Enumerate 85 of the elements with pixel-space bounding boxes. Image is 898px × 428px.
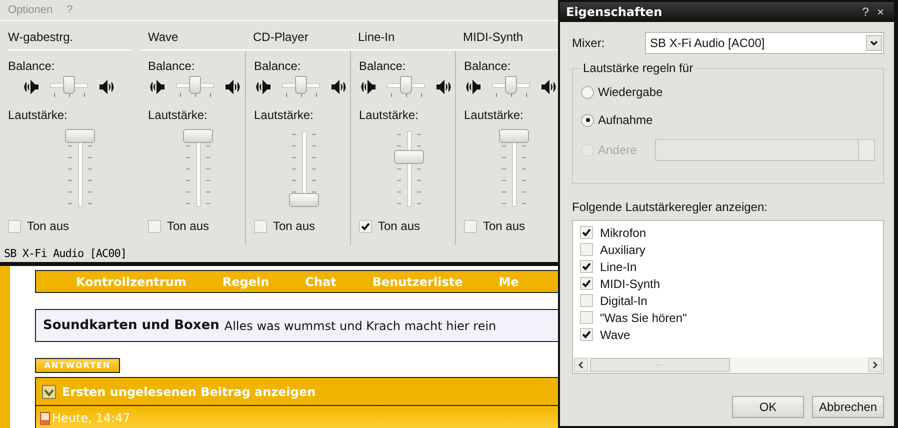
window-title: Eigenschaften [566, 5, 664, 19]
slider-thumb[interactable] [499, 129, 529, 143]
slider-thumb[interactable] [295, 76, 307, 94]
checkmark-icon [42, 384, 56, 398]
checkbox-label: Wave [600, 328, 630, 342]
mixer-dropdown[interactable]: SB X-Fi Audio [AC00] [645, 32, 884, 54]
mute-label: Ton aus [378, 219, 420, 233]
checkbox-label: Digital-In [600, 294, 648, 308]
balance-label: Balance: [464, 59, 512, 74]
group-title: Lautstärke regeln für [581, 61, 696, 75]
slider-thumb[interactable] [505, 76, 517, 94]
checkbox-label: Mikrofon [600, 226, 646, 240]
checkbox-label: Line-In [600, 260, 637, 274]
radio-label: Wiedergabe [598, 85, 663, 99]
radio-label: Andere [598, 143, 637, 157]
checkbox[interactable] [580, 294, 593, 307]
checkbox[interactable] [580, 243, 593, 256]
channel-name: Line-In [350, 29, 455, 51]
channel-name: Wave [140, 29, 245, 51]
balance-label: Balance: [148, 59, 196, 74]
checkbox[interactable] [580, 277, 593, 290]
speaker-icon [330, 80, 348, 94]
list-label: Folgende Lautstärkeregler anzeigen: [572, 200, 768, 214]
mute-checkbox[interactable] [254, 220, 267, 232]
speaker-icon [435, 80, 453, 94]
slider-thumb[interactable] [63, 76, 75, 94]
checkbox-label: Auxiliary [600, 242, 646, 256]
checkbox[interactable] [580, 226, 593, 239]
nav-link[interactable]: Kontrollzentrum [76, 274, 186, 288]
ok-button[interactable]: OK [732, 396, 804, 418]
mute-checkbox[interactable] [359, 220, 372, 232]
slider-thumb[interactable] [289, 193, 319, 208]
mixer-label: Mixer: [572, 36, 606, 50]
document-icon [40, 412, 50, 424]
slider-thumb[interactable] [394, 150, 424, 164]
channel-name: W-gabestrg. [8, 29, 132, 51]
forum-title: Soundkarten und Boxen [43, 318, 220, 333]
help-button[interactable]: ? [858, 5, 873, 19]
balance-label: Balance: [8, 59, 56, 74]
slider-thumb[interactable] [65, 129, 95, 143]
checkbox-label: MIDI-Synth [600, 276, 660, 290]
mute-label: Ton aus [27, 219, 70, 233]
speaker-icon [148, 80, 166, 94]
forum-description: Alles was wummst und Krach macht hier rein [224, 318, 496, 332]
reply-button[interactable]: ANTWORTEN [35, 358, 120, 373]
speaker-icon [464, 80, 482, 94]
speaker-icon [359, 80, 377, 94]
slider-thumb[interactable] [183, 129, 213, 143]
cancel-button[interactable]: Abbrechen [812, 396, 884, 418]
nav-link[interactable]: Chat [305, 274, 336, 288]
nav-link[interactable]: Me [498, 274, 519, 288]
volume-label: Lautstärke: [359, 108, 420, 123]
scrollbar[interactable] [573, 357, 883, 373]
unread-link[interactable]: Ersten ungelesenen Beitrag anzeigen [62, 384, 316, 398]
checkbox[interactable] [580, 311, 593, 324]
checkbox-label: "Was Sie hören" [600, 310, 687, 324]
balance-label: Balance: [359, 59, 407, 74]
volume-label: Lautstärke: [464, 108, 524, 123]
radio-label: Aufnahme [598, 113, 653, 127]
post-date: Heute, 14:47 [52, 411, 130, 425]
mute-checkbox[interactable] [148, 220, 161, 232]
mute-label: Ton aus [273, 219, 316, 233]
volume-label: Lautstärke: [254, 108, 314, 123]
radio-button[interactable] [581, 86, 594, 98]
volume-label: Lautstärke: [8, 108, 68, 123]
checkbox[interactable] [580, 328, 593, 341]
status-text: SB X-Fi Audio [AC00] [3, 246, 128, 262]
mute-checkbox[interactable] [8, 220, 21, 232]
channel-name: CD-Player [245, 29, 350, 51]
nav-link[interactable]: Benutzerliste [372, 274, 463, 288]
speaker-icon [98, 80, 116, 94]
close-button[interactable]: × [872, 5, 888, 19]
speaker-icon [224, 80, 242, 94]
mute-checkbox[interactable] [464, 220, 477, 232]
speaker-icon [22, 80, 40, 94]
volume-label: Lautstärke: [148, 108, 208, 123]
mute-label: Ton aus [167, 219, 210, 233]
checkbox[interactable] [580, 260, 593, 273]
radio-button[interactable] [581, 114, 594, 126]
nav-link[interactable]: Regeln [222, 274, 270, 288]
slider-thumb[interactable] [189, 76, 201, 94]
slider-thumb[interactable] [400, 76, 412, 94]
speaker-icon [254, 80, 272, 94]
mute-label: Ton aus [483, 219, 526, 233]
balance-label: Balance: [254, 59, 302, 74]
